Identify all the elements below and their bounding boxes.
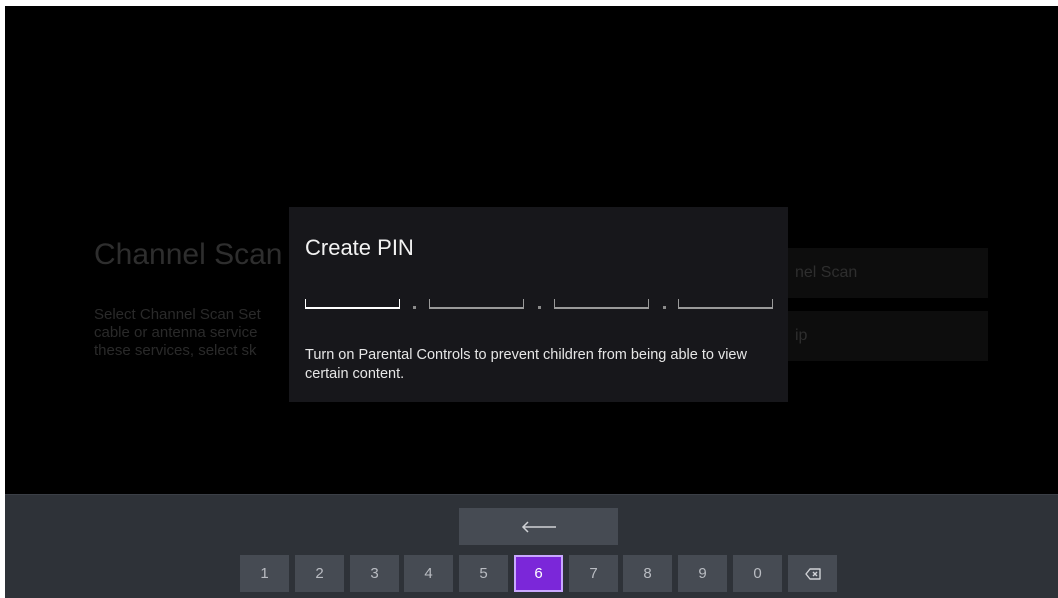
tv-screen: Channel Scan Select Channel Scan Set cab… — [5, 6, 1058, 598]
background-page-title: Channel Scan — [94, 238, 283, 271]
pin-digit-slot-1[interactable] — [305, 299, 400, 309]
dialog-message: Turn on Parental Controls to prevent chi… — [305, 347, 747, 382]
key-2[interactable]: 2 — [295, 555, 344, 592]
create-pin-dialog: Create PIN Turn on Parental Controls to … — [289, 207, 788, 402]
pin-separator-dot — [538, 306, 541, 309]
backspace-key[interactable] — [788, 555, 837, 592]
pin-digit-slot-3[interactable] — [554, 299, 649, 309]
key-3[interactable]: 3 — [350, 555, 399, 592]
key-6[interactable]: 6 — [514, 555, 563, 592]
key-7[interactable]: 7 — [569, 555, 618, 592]
pin-entry-row — [305, 299, 775, 315]
pin-separator-dot — [663, 306, 666, 309]
background-channel-scan-option: nel Scan — [775, 248, 988, 298]
key-4[interactable]: 4 — [404, 555, 453, 592]
pin-digit-slot-2[interactable] — [429, 299, 524, 309]
numeric-keyboard: 1 2 3 4 5 6 7 8 9 0 — [5, 494, 1058, 598]
pin-separator-dot — [413, 306, 416, 309]
key-0[interactable]: 0 — [733, 555, 782, 592]
enter-arrow-icon — [521, 520, 556, 533]
key-9[interactable]: 9 — [678, 555, 727, 592]
key-5[interactable]: 5 — [459, 555, 508, 592]
background-skip-option: ip — [775, 311, 988, 361]
key-8[interactable]: 8 — [623, 555, 672, 592]
pin-digit-slot-4[interactable] — [678, 299, 773, 309]
enter-key[interactable] — [459, 508, 618, 545]
key-1[interactable]: 1 — [240, 555, 289, 592]
backspace-icon — [804, 567, 821, 580]
dialog-title: Create PIN — [305, 235, 414, 260]
